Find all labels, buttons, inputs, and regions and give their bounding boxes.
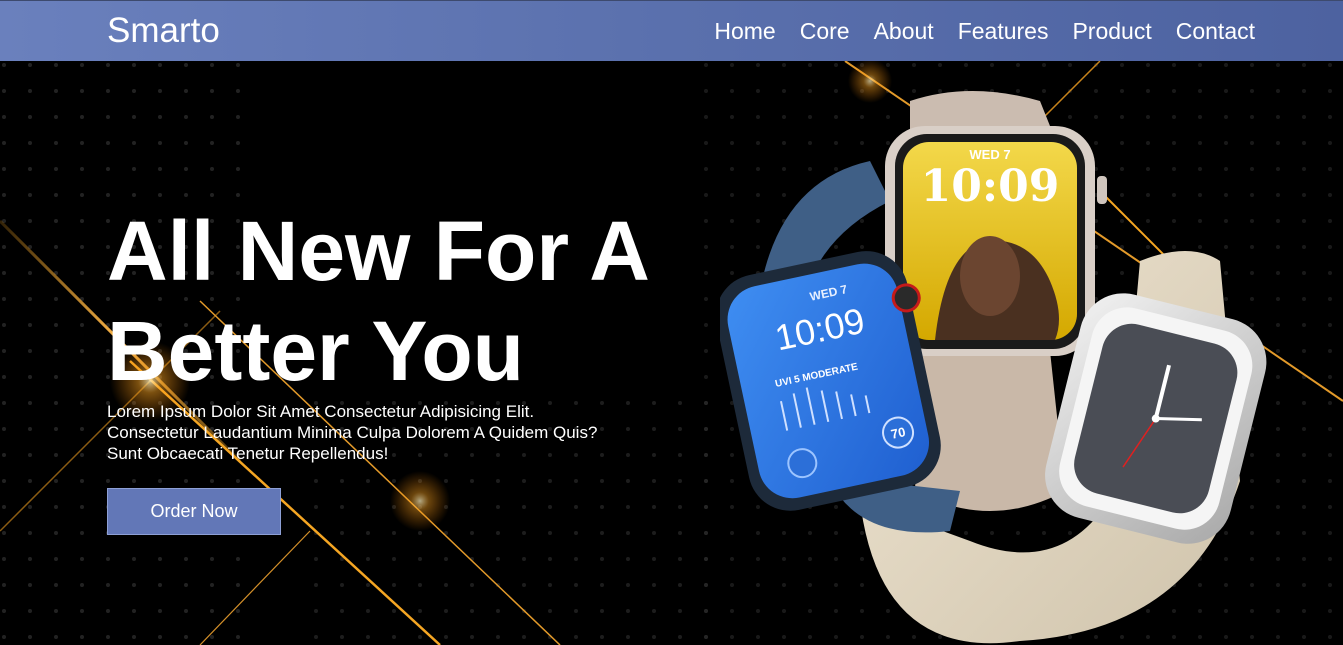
center-watch-time: 10:09	[921, 161, 1060, 212]
nav-link-about[interactable]: About	[874, 18, 934, 45]
nav-link-features[interactable]: Features	[958, 18, 1049, 45]
nav-links: Home Core About Features Product Contact	[690, 18, 1255, 45]
nav-link-core[interactable]: Core	[800, 18, 850, 45]
nav-link-product[interactable]: Product	[1072, 18, 1151, 45]
description-line-3: Sunt Obcaecati Tenetur Repellendus!	[107, 444, 389, 463]
center-watch-date: WED 7	[969, 147, 1010, 162]
headline-line-1: All New For A	[107, 204, 650, 298]
center-watch-crown	[1097, 176, 1107, 204]
portrait-face	[960, 236, 1020, 316]
hero-description: Lorem Ipsum Dolor Sit Amet Consectetur A…	[107, 401, 667, 464]
hero-section: All New For A Better You Lorem Ipsum Dol…	[0, 61, 1343, 645]
hero-headline: All New For A Better You	[107, 201, 707, 401]
description-line-2: Consectetur Laudantium Minima Culpa Dolo…	[107, 423, 598, 442]
logo[interactable]: Smarto	[107, 11, 220, 51]
navbar: Smarto Home Core About Features Product …	[0, 0, 1343, 61]
blue-watch-temp: 70	[890, 424, 907, 442]
description-line-1: Lorem Ipsum Dolor Sit Amet Consectetur A…	[107, 402, 535, 421]
nav-link-contact[interactable]: Contact	[1176, 18, 1255, 45]
product-watches-image: WED 7 10:09 WED 7 10:09 UVI 5 MODERATE 7…	[720, 91, 1267, 644]
nav-link-home[interactable]: Home	[714, 18, 775, 45]
order-now-button[interactable]: Order Now	[107, 488, 281, 535]
headline-line-2: Better You	[107, 304, 524, 398]
